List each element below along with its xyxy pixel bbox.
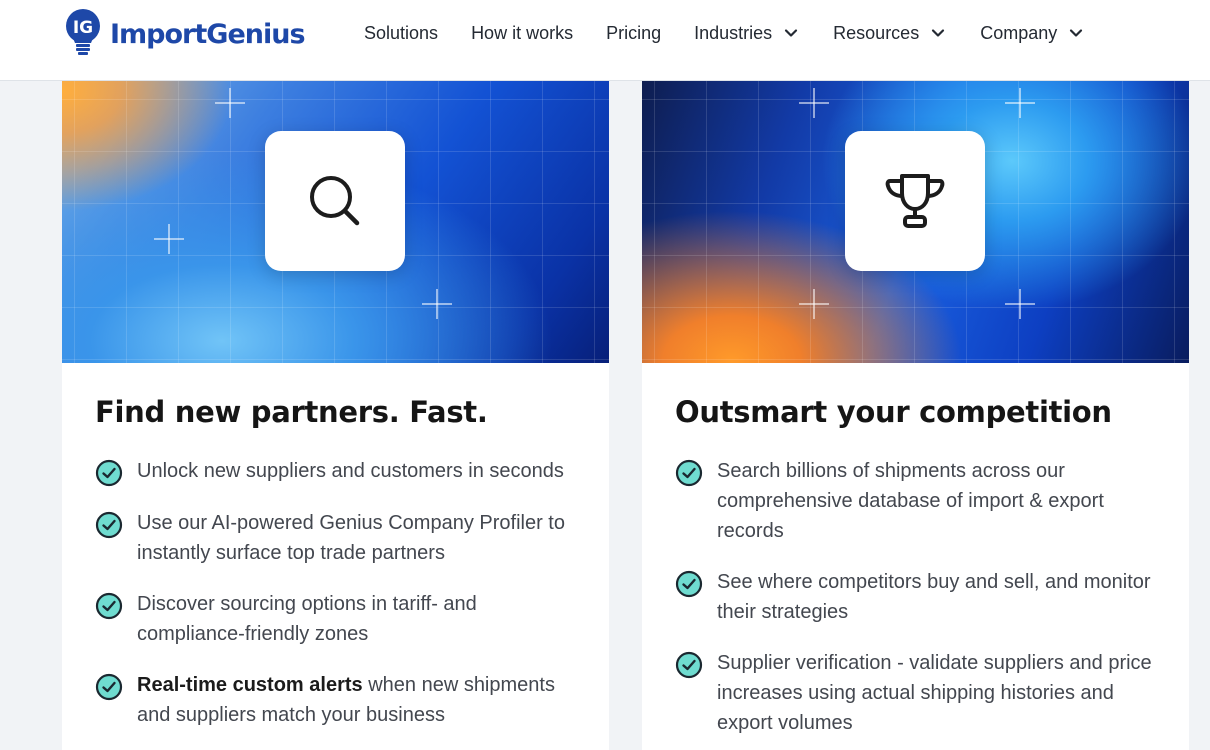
feature-text: Unlock new suppliers and customers in se… bbox=[137, 456, 564, 486]
nav-item-label: Industries bbox=[694, 22, 773, 43]
feature-description: Supplier verification - validate supplie… bbox=[717, 652, 1152, 734]
chevron-down-icon bbox=[785, 29, 798, 37]
chevron-down-icon bbox=[932, 29, 945, 37]
search-icon bbox=[310, 176, 360, 226]
feature-text: Discover sourcing options in tariff- and… bbox=[137, 589, 577, 649]
check-circle-icon bbox=[675, 459, 703, 487]
nav-item-resources[interactable]: Resources bbox=[833, 20, 945, 46]
feature-text: Use our AI-powered Genius Company Profil… bbox=[137, 508, 577, 568]
feature-item: Search billions of shipments across our … bbox=[675, 456, 1157, 546]
svg-text:IG: IG bbox=[73, 18, 93, 38]
card-title: Outsmart your competition bbox=[675, 395, 1112, 429]
feature-card-partners: Find new partners. Fast. Unlock new supp… bbox=[62, 81, 609, 750]
feature-description: Use our AI-powered Genius Company Profil… bbox=[137, 512, 565, 564]
feature-item: Unlock new suppliers and customers in se… bbox=[95, 456, 577, 487]
card-banner-image bbox=[62, 81, 609, 363]
nav-item-pricing[interactable]: Pricing bbox=[606, 20, 661, 46]
check-circle-icon bbox=[95, 673, 123, 701]
nav-item-label: Company bbox=[980, 22, 1058, 43]
feature-text: See where competitors buy and sell, and … bbox=[717, 567, 1157, 627]
check-circle-icon bbox=[95, 511, 123, 539]
check-circle-icon bbox=[95, 459, 123, 487]
feature-text: Supplier verification - validate supplie… bbox=[717, 648, 1157, 738]
feature-item: Use our AI-powered Genius Company Profil… bbox=[95, 508, 577, 568]
trophy-icon bbox=[885, 174, 945, 228]
check-circle-icon bbox=[95, 592, 123, 620]
nav-item-label: Pricing bbox=[606, 22, 662, 43]
feature-item: Supplier verification - validate supplie… bbox=[675, 648, 1157, 738]
nav-item-label: How it works bbox=[471, 22, 574, 43]
nav-item-label: Solutions bbox=[364, 22, 439, 43]
feature-item: Discover sourcing options in tariff- and… bbox=[95, 589, 577, 649]
feature-description: Unlock new suppliers and customers in se… bbox=[137, 460, 564, 482]
feature-item: See where competitors buy and sell, and … bbox=[675, 567, 1157, 627]
feature-description: Discover sourcing options in tariff- and… bbox=[137, 593, 477, 645]
logo-text: ImportGenius bbox=[110, 18, 306, 50]
feature-list: Unlock new suppliers and customers in se… bbox=[95, 456, 577, 730]
chevron-down-icon bbox=[1070, 29, 1083, 37]
card-icon-tile bbox=[845, 131, 985, 271]
nav-item-industries[interactable]: Industries bbox=[694, 20, 798, 46]
nav-item-company[interactable]: Company bbox=[980, 20, 1083, 46]
feature-item: Real-time custom alerts when new shipmen… bbox=[95, 670, 577, 730]
main-nav: Solutions How it works Pricing Industries Re… bbox=[364, 20, 1118, 46]
lightbulb-logo-icon: IG bbox=[64, 9, 102, 57]
card-banner-image bbox=[642, 81, 1189, 363]
feature-highlight: Real-time custom alerts bbox=[137, 674, 363, 696]
logo-link[interactable]: IG ImportGenius bbox=[64, 9, 306, 57]
nav-item-how-it-works[interactable]: How it works bbox=[471, 20, 573, 46]
nav-item-label: Resources bbox=[833, 22, 920, 43]
feature-description: Search billions of shipments across our … bbox=[717, 460, 1104, 542]
site-header: IG ImportGenius Solutions How it works Pri… bbox=[0, 0, 1210, 81]
feature-list: Search billions of shipments across our … bbox=[675, 456, 1157, 738]
check-circle-icon bbox=[675, 651, 703, 679]
feature-card-competition: Outsmart your competition Search billion… bbox=[642, 81, 1189, 750]
feature-text: Search billions of shipments across our … bbox=[717, 456, 1157, 546]
card-icon-tile bbox=[265, 131, 405, 271]
feature-description: See where competitors buy and sell, and … bbox=[717, 571, 1151, 623]
card-title: Find new partners. Fast. bbox=[95, 395, 488, 429]
check-circle-icon bbox=[675, 570, 703, 598]
nav-item-solutions[interactable]: Solutions bbox=[364, 20, 438, 46]
feature-text: Real-time custom alerts when new shipmen… bbox=[137, 670, 577, 730]
